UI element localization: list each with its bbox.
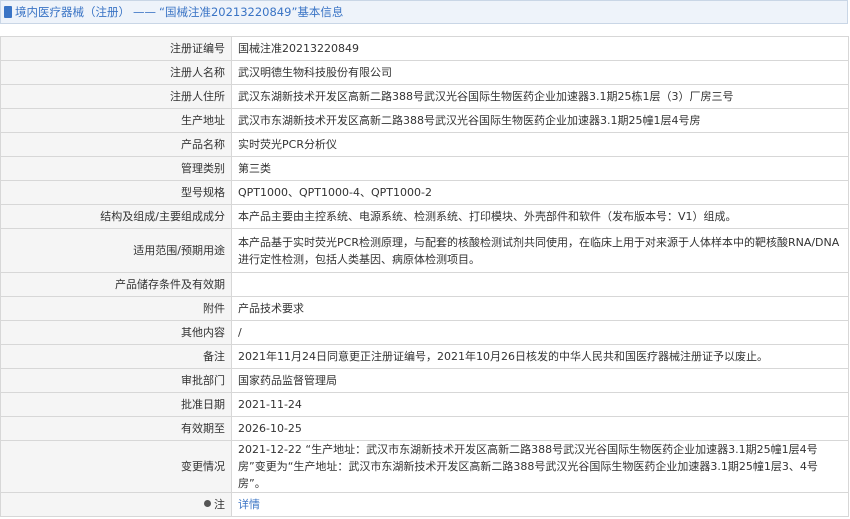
field-label: 型号规格 [0,180,232,205]
table-row: 变更情况 2021-12-22 “生产地址：武汉市东湖新技术开发区高新二路388… [0,440,849,493]
field-value: 2021年11月24日同意更正注册证编号，2021年10月26日核发的中华人民共… [231,344,849,369]
pin-icon [204,500,211,507]
field-label: 生产地址 [0,108,232,133]
field-label: 有效期至 [0,416,232,441]
field-value: 武汉明德生物科技股份有限公司 [231,60,849,85]
field-value: QPT1000、QPT1000-4、QPT1000-2 [231,180,849,205]
field-value: 第三类 [231,156,849,181]
field-label: 注册人名称 [0,60,232,85]
field-value: 实时荧光PCR分析仪 [231,132,849,157]
breadcrumb-separator: —— [133,5,156,19]
field-label: 其他内容 [0,320,232,345]
field-label: 结构及组成/主要组成成分 [0,204,232,229]
field-value: 武汉市东湖新技术开发区高新二路388号武汉光谷国际生物医药企业加速器3.1期25… [231,108,849,133]
table-row: 其他内容 / [0,320,849,345]
field-value: 本产品基于实时荧光PCR检测原理，与配套的核酸检测试剂共同使用，在临床上用于对来… [231,228,849,273]
footer-value-cell: 详情 [231,492,849,517]
table-row: 备注 2021年11月24日同意更正注册证编号，2021年10月26日核发的中华… [0,344,849,369]
field-label: 审批部门 [0,368,232,393]
field-label: 产品储存条件及有效期 [0,272,232,297]
table-row: 产品储存条件及有效期 [0,272,849,297]
table-row: 适用范围/预期用途 本产品基于实时荧光PCR检测原理，与配套的核酸检测试剂共同使… [0,228,849,273]
table-row: 注册人住所 武汉东湖新技术开发区高新二路388号武汉光谷国际生物医药企业加速器3… [0,84,849,109]
table-row: 注册人名称 武汉明德生物科技股份有限公司 [0,60,849,85]
field-label: 管理类别 [0,156,232,181]
field-label: 备注 [0,344,232,369]
table-row: 审批部门 国家药品监督管理局 [0,368,849,393]
field-value: 武汉东湖新技术开发区高新二路388号武汉光谷国际生物医药企业加速器3.1期25栋… [231,84,849,109]
detail-table: 注册证编号 国械注准20213220849 注册人名称 武汉明德生物科技股份有限… [0,36,849,517]
table-row: 批准日期 2021-11-24 [0,392,849,417]
field-value: 产品技术要求 [231,296,849,321]
field-value: / [231,320,849,345]
field-value: 国家药品监督管理局 [231,368,849,393]
table-row: 产品名称 实时荧光PCR分析仪 [0,132,849,157]
field-value: 2021-11-24 [231,392,849,417]
field-value: 2026-10-25 [231,416,849,441]
field-label: 附件 [0,296,232,321]
table-row: 有效期至 2026-10-25 [0,416,849,441]
table-row: 附件 产品技术要求 [0,296,849,321]
footer-label-cell: 注 [0,492,232,517]
field-label: 适用范围/预期用途 [0,228,232,273]
table-row: 注册证编号 国械注准20213220849 [0,36,849,61]
field-label: 批准日期 [0,392,232,417]
footer-row: 注 详情 [0,492,849,517]
table-row: 型号规格 QPT1000、QPT1000-4、QPT1000-2 [0,180,849,205]
field-value: 国械注准20213220849 [231,36,849,61]
field-value: 本产品主要由主控系统、电源系统、检测系统、打印模块、外壳部件和软件（发布版本号：… [231,204,849,229]
field-label: 注册人住所 [0,84,232,109]
page-header: 境内医疗器械（注册） —— “国械注准20213220849”基本信息 [0,0,848,24]
breadcrumb-section[interactable]: 境内医疗器械（注册） [15,4,130,20]
field-label: 注册证编号 [0,36,232,61]
field-label: 变更情况 [0,440,232,493]
field-label: 产品名称 [0,132,232,157]
table-row: 管理类别 第三类 [0,156,849,181]
section-marker-icon [4,6,12,18]
field-value: 2021-12-22 “生产地址：武汉市东湖新技术开发区高新二路388号武汉光谷… [231,440,849,493]
table-row: 生产地址 武汉市东湖新技术开发区高新二路388号武汉光谷国际生物医药企业加速器3… [0,108,849,133]
page-title: “国械注准20213220849”基本信息 [159,5,344,19]
details-link[interactable]: 详情 [238,498,260,511]
table-row: 结构及组成/主要组成成分 本产品主要由主控系统、电源系统、检测系统、打印模块、外… [0,204,849,229]
field-value [231,272,849,297]
footer-label: 注 [214,498,225,511]
